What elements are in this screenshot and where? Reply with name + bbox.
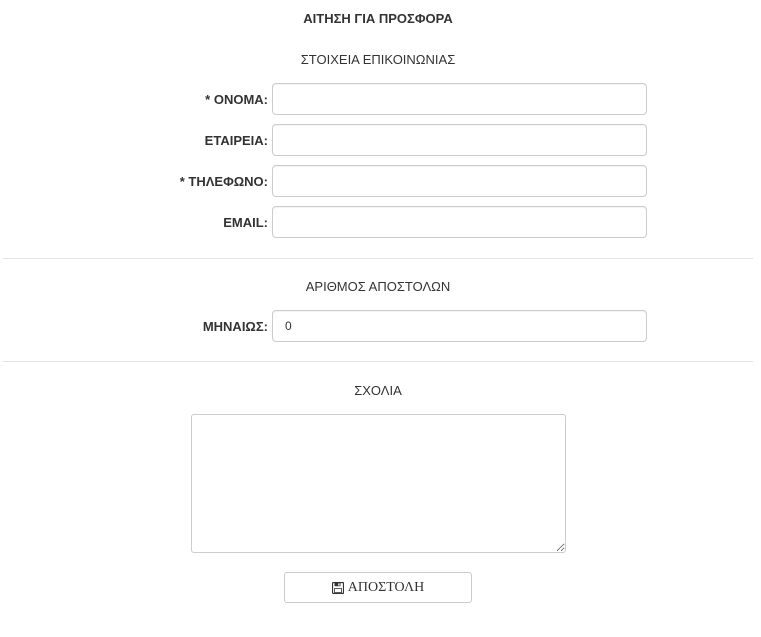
comments-textarea[interactable] bbox=[191, 414, 566, 553]
name-input[interactable] bbox=[272, 83, 647, 115]
phone-input[interactable] bbox=[272, 165, 647, 197]
floppy-disk-icon bbox=[331, 581, 344, 594]
form-title: ΑΙΤΗΣΗ ΓΙΑ ΠΡΟΣΦΟΡΑ bbox=[303, 11, 453, 26]
company-label: ΕΤΑΙΡΕΙΑ: bbox=[204, 133, 268, 148]
email-input[interactable] bbox=[272, 206, 647, 238]
comments-section-heading: ΣΧΟΛΙΑ bbox=[354, 383, 402, 398]
section-divider bbox=[3, 361, 753, 362]
section-divider bbox=[3, 258, 753, 259]
monthly-label: ΜΗΝΑΙΩΣ: bbox=[202, 319, 268, 334]
monthly-shipments-input[interactable] bbox=[272, 310, 647, 342]
shipments-section-heading: ΑΡΙΘΜΟΣ ΑΠΟΣΤΟΛΩΝ bbox=[305, 279, 451, 294]
email-label: EMAIL: bbox=[223, 215, 268, 230]
name-label: * ΟΝΟΜΑ: bbox=[205, 92, 268, 107]
contact-section-heading: ΣΤΟΙΧΕΙΑ ΕΠΙΚΟΙΝΩΝΙΑΣ bbox=[300, 52, 456, 67]
phone-label: * ΤΗΛΕΦΩΝΟ: bbox=[179, 174, 268, 189]
submit-button-label: ΑΠΟΣΤΟΛΗ bbox=[347, 579, 425, 595]
company-input[interactable] bbox=[272, 124, 647, 156]
submit-button[interactable]: ΑΠΟΣΤΟΛΗ bbox=[284, 572, 472, 603]
